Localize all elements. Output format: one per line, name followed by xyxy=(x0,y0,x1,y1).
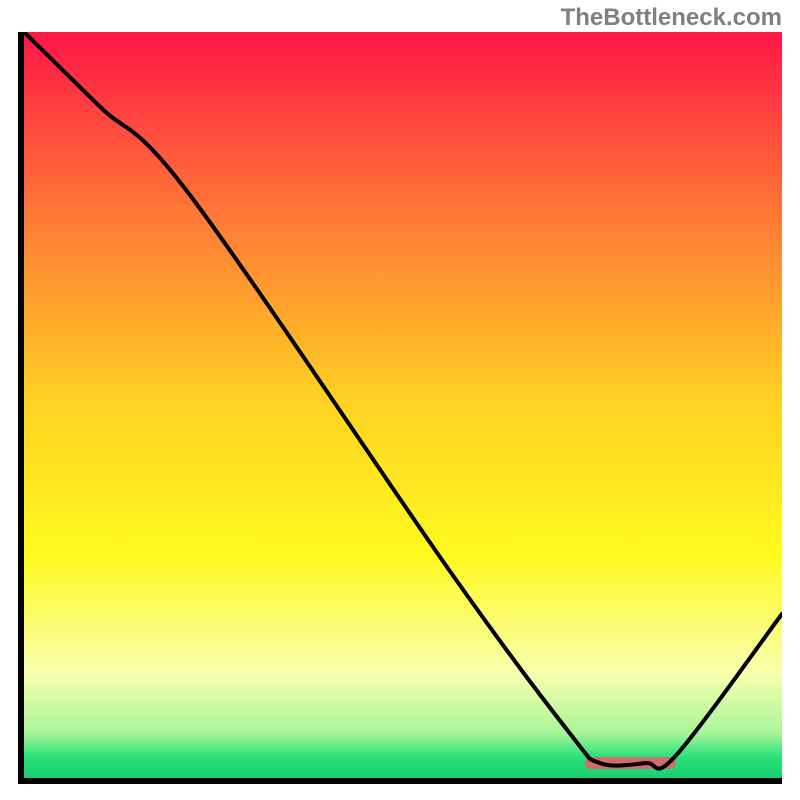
chart-frame: TheBottleneck.com xyxy=(0,0,800,800)
gradient-background xyxy=(24,32,782,778)
chart-svg xyxy=(24,32,782,778)
chart-plot-area xyxy=(18,32,782,784)
watermark-text: TheBottleneck.com xyxy=(561,4,782,32)
